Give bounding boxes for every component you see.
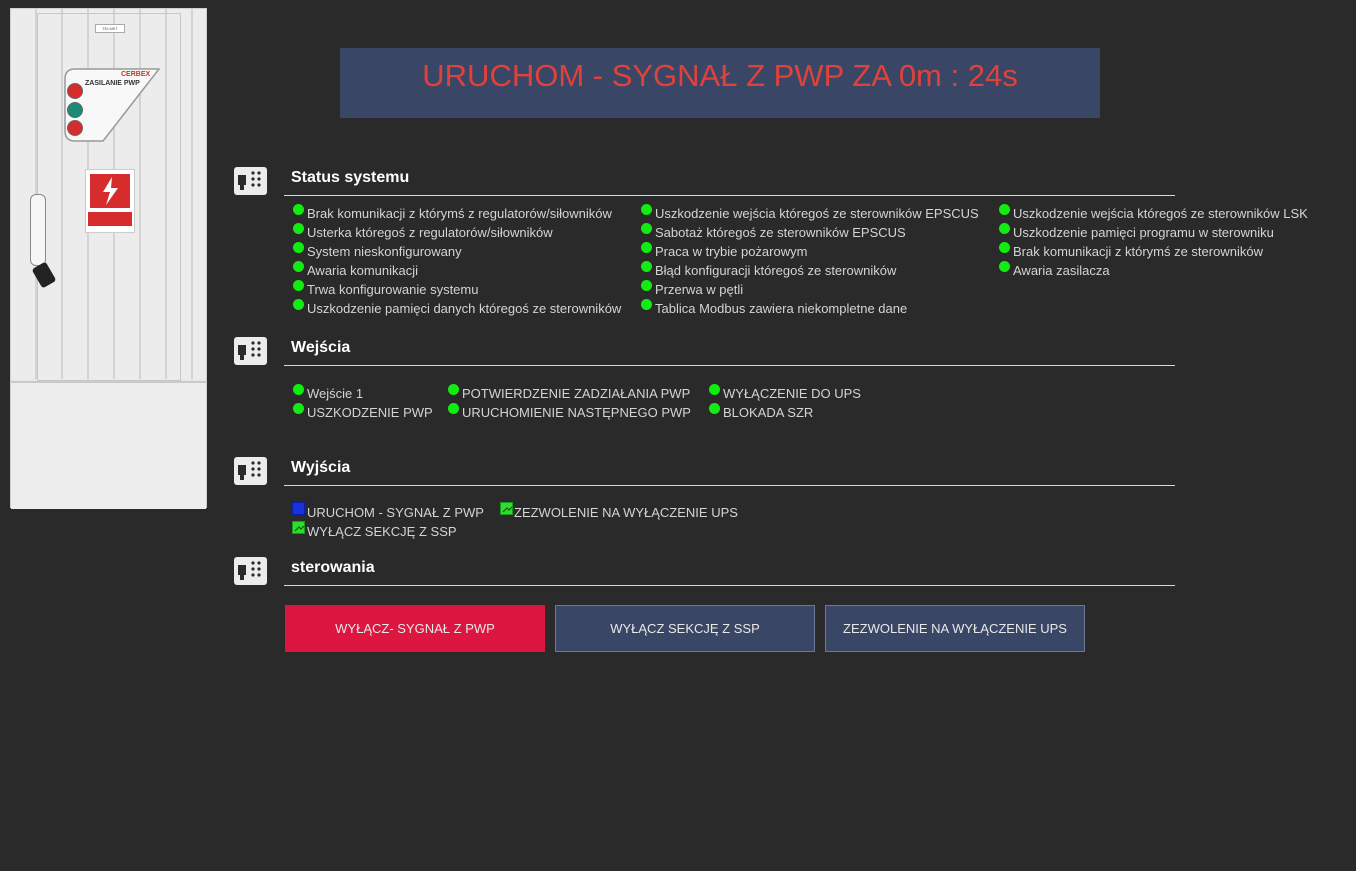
door-handle [30,194,46,266]
status-ok-icon [641,223,652,234]
status-ok-icon [641,242,652,253]
status-ok-icon [709,403,720,414]
section-title: sterowania [291,559,375,576]
cabinet-label: ZASILANIE PWP [85,80,140,87]
cabinet-brand: CERBEX [121,71,151,78]
section-title: Wyjścia [291,459,351,476]
status-ok-icon [293,242,304,253]
status-ok-icon [999,242,1010,253]
cabinet-image: TELMET CERBEX ZASILANIE PWP [10,8,207,509]
status-ok-icon [999,223,1010,234]
disable-ssp-section-button[interactable]: WYŁĄCZ SEKCJĘ Z SSP [555,605,815,652]
red-lamp-icon [67,83,83,99]
status-ok-icon [709,384,720,395]
status-ok-icon [293,280,304,291]
output-idle-icon [500,502,513,515]
status-ok-icon [293,384,304,395]
divider [284,195,1175,196]
section-title: Status systemu [291,169,410,186]
status-ok-icon [293,299,304,310]
status-ok-icon [641,204,652,215]
status-ok-icon [293,403,304,414]
module-icon [234,557,267,585]
status-ok-icon [999,261,1010,272]
status-ok-icon [448,403,459,414]
disable-pwp-signal-button[interactable]: WYŁĄCZ- SYGNAŁ Z PWP [285,605,545,652]
divider [284,585,1175,586]
status-ok-icon [999,204,1010,215]
high-voltage-sign [85,169,135,233]
green-lamp-icon [67,102,83,118]
warning-label [88,212,132,226]
divider [284,485,1175,486]
cabinet-base [11,381,206,509]
module-icon [234,167,267,195]
red-lamp-icon [67,120,83,136]
status-ok-icon [293,261,304,272]
status-ok-icon [641,280,652,291]
divider [284,365,1175,366]
status-ok-icon [293,204,304,215]
status-ok-icon [293,223,304,234]
module-icon [234,337,267,365]
status-ok-icon [641,261,652,272]
allow-ups-shutdown-button[interactable]: ZEZWOLENIE NA WYŁĄCZENIE UPS [825,605,1085,652]
output-idle-icon [292,521,305,534]
section-title: Wejścia [291,339,351,356]
status-ok-icon [641,299,652,310]
cabinet-strip: TELMET [95,24,125,33]
module-icon [234,457,267,485]
countdown-banner: URUCHOM - SYGNAŁ Z PWP ZA 0m : 24s [340,48,1100,118]
lightning-icon [90,174,130,208]
output-active-icon [292,502,305,515]
status-ok-icon [448,384,459,395]
